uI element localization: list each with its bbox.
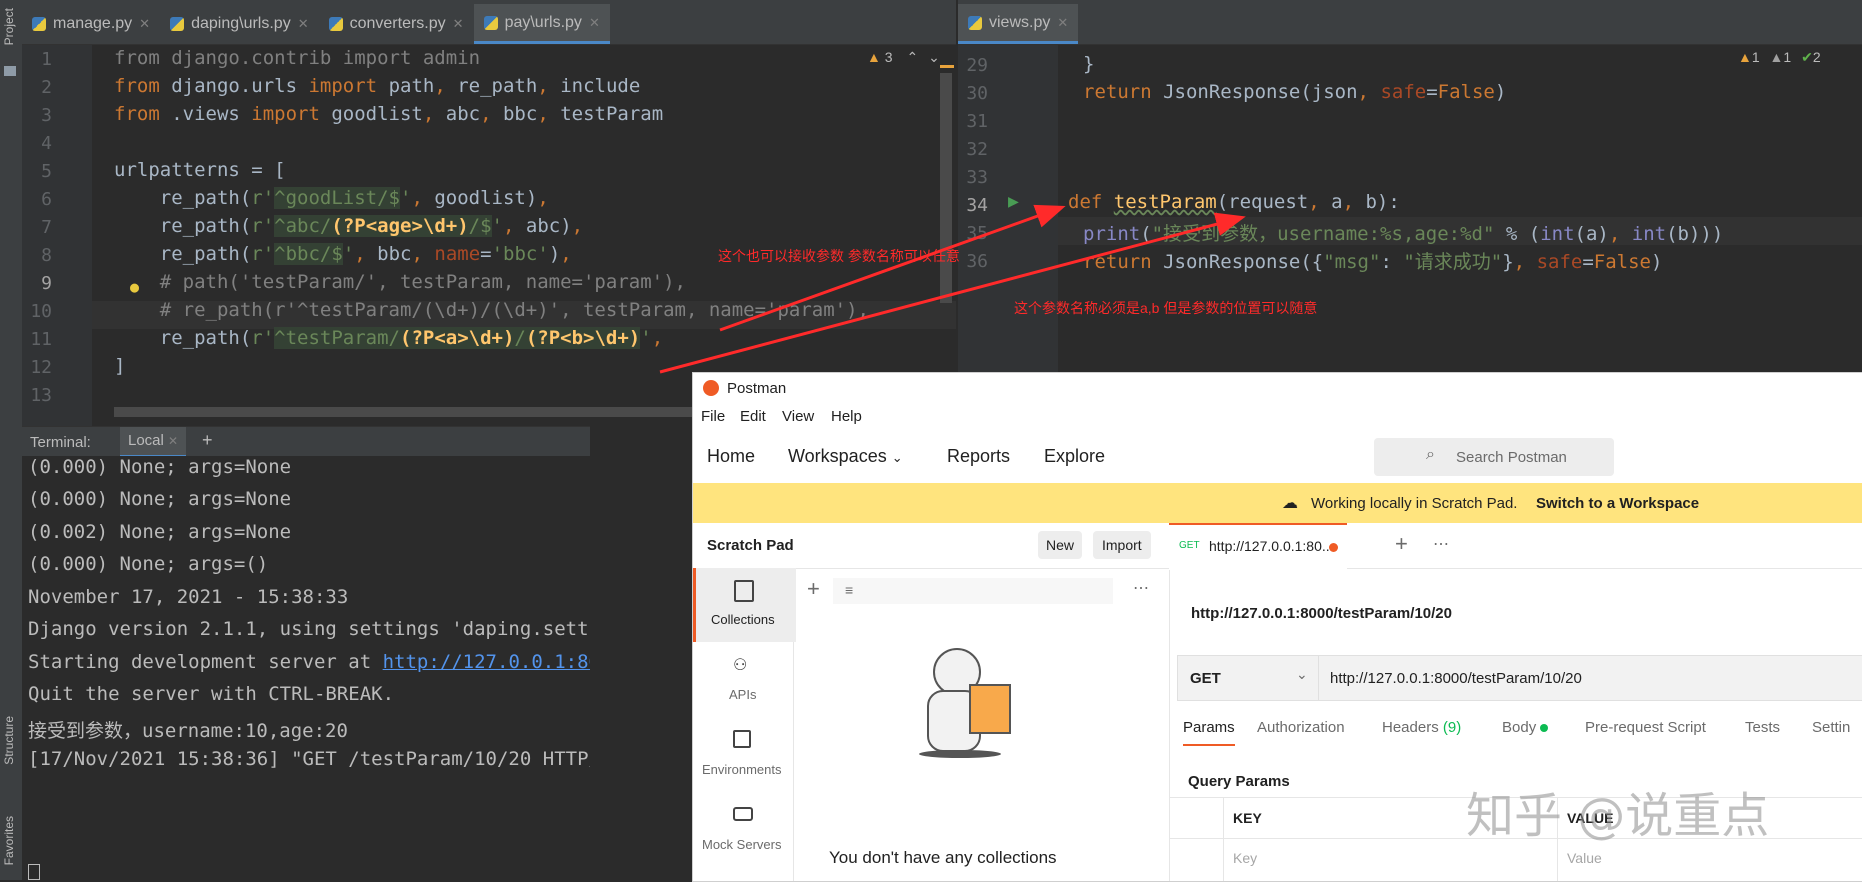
scratch-pad-banner: ☁ Working locally in Scratch Pad. Switch… <box>693 483 1862 523</box>
value-input[interactable]: Value <box>1567 850 1602 866</box>
terminal-output[interactable]: (0.000) None; args=None (0.000) None; ar… <box>22 456 590 880</box>
request-tab-label: http://127.0.0.1:80... <box>1209 538 1334 554</box>
terminal-header: Terminal: Local ✕ + <box>22 426 590 458</box>
scratch-pad-title: Scratch Pad <box>707 537 794 554</box>
mock-server-icon <box>733 807 753 821</box>
postman-logo-icon <box>703 380 719 396</box>
astronaut-illustration <box>913 648 1023 768</box>
terminal-line: (0.000) None; args=() <box>28 553 269 575</box>
method-select[interactable]: GET ⌄ <box>1177 655 1319 701</box>
url-input[interactable]: http://127.0.0.1:8000/testParam/10/20 <box>1318 655 1862 701</box>
key-input[interactable]: Key <box>1233 850 1257 866</box>
menu-view[interactable]: View <box>782 408 814 425</box>
tab-body[interactable]: Body <box>1502 719 1549 736</box>
window-title: Postman <box>727 380 787 397</box>
nav-workspaces[interactable]: Workspaces ⌄ <box>788 446 903 467</box>
body-indicator-dot <box>1540 724 1549 732</box>
terminal-text: Starting development server at <box>28 651 383 673</box>
tab-settings[interactable]: Settin <box>1812 719 1850 736</box>
empty-collections-text: You don't have any collections <box>829 848 1057 867</box>
headers-count: (9) <box>1442 719 1462 736</box>
tab-tests[interactable]: Tests <box>1745 719 1780 736</box>
terminal-line: (0.000) None; args=None <box>28 456 292 478</box>
switch-workspace-link[interactable]: Switch to a Workspace <box>1536 495 1699 512</box>
query-params-heading: Query Params <box>1188 773 1290 790</box>
close-icon[interactable]: ✕ <box>168 434 178 448</box>
filter-icon: ≡ <box>845 582 854 598</box>
banner-text: Working locally in Scratch Pad. <box>1311 495 1518 512</box>
sidebar-label: Collections <box>711 612 775 627</box>
sidebar-item-collections[interactable]: Collections <box>693 568 796 642</box>
menu-file[interactable]: File <box>701 408 725 425</box>
chevron-down-icon: ⌄ <box>891 450 903 465</box>
terminal-line: 接受到参数，username:10,age:20 <box>28 720 348 742</box>
nav-reports[interactable]: Reports <box>947 446 1010 467</box>
sidebar-label: Environments <box>702 762 782 777</box>
postman-titlebar: Postman <box>693 373 1862 403</box>
tab-authorization[interactable]: Authorization <box>1257 719 1345 736</box>
menu-help[interactable]: Help <box>831 408 862 425</box>
request-tab-strip: GET http://127.0.0.1:80... + ⋯ <box>1169 523 1862 570</box>
request-title[interactable]: http://127.0.0.1:8000/testParam/10/20 <box>1191 605 1452 622</box>
tab-params[interactable]: Params <box>1183 719 1235 746</box>
terminal-line: (0.000) None; args=None <box>28 488 292 510</box>
search-input[interactable]: ⌕ Search Postman <box>1374 438 1614 476</box>
terminal-tab-label: Local <box>128 432 164 449</box>
more-tabs-icon[interactable]: ⋯ <box>1433 534 1449 554</box>
nav-explore[interactable]: Explore <box>1044 446 1105 467</box>
sidebar-label: APIs <box>729 687 757 702</box>
request-tab[interactable]: GET http://127.0.0.1:80... <box>1169 523 1347 570</box>
menu-bar: File Edit View Help <box>693 403 1862 431</box>
new-button[interactable]: New <box>1038 531 1083 559</box>
more-options-icon[interactable]: ⋯ <box>1133 578 1149 598</box>
environments-icon <box>733 730 751 748</box>
scratch-pad-header: Scratch Pad New Import <box>693 523 1170 569</box>
terminal-line: Starting development server at http://12… <box>28 651 590 673</box>
tab-headers[interactable]: Headers (9) <box>1382 719 1461 736</box>
request-tab-method: GET <box>1179 540 1200 551</box>
sidebar: Collections ⚇ APIs Environments Mock Ser… <box>693 568 796 881</box>
url-value: http://127.0.0.1:8000/testParam/10/20 <box>1330 670 1582 687</box>
top-nav: Home Workspaces ⌄ Reports Explore ⌕ Sear… <box>693 431 1862 484</box>
method-value: GET <box>1190 670 1221 687</box>
nav-home[interactable]: Home <box>707 446 755 467</box>
search-placeholder: Search Postman <box>1456 449 1567 466</box>
import-button[interactable]: Import <box>1093 531 1151 559</box>
terminal-line: Django version 2.1.1, using settings 'da… <box>28 618 590 640</box>
arrow-to-params <box>659 212 1246 374</box>
nav-workspaces-label: Workspaces <box>788 446 887 466</box>
tab-pre-request-script[interactable]: Pre-request Script <box>1585 719 1706 736</box>
add-collection-button[interactable]: + <box>807 576 820 602</box>
terminal-line: November 17, 2021 - 15:38:33 <box>28 586 349 608</box>
server-link[interactable]: http://127.0.0.1:8000/ <box>383 651 590 673</box>
filter-input[interactable]: ≡ <box>833 578 1113 604</box>
new-tab-button[interactable]: + <box>1395 531 1408 557</box>
search-icon: ⌕ <box>1426 446 1435 463</box>
terminal-tab-local[interactable]: Local ✕ <box>120 427 187 458</box>
add-terminal-button[interactable]: + <box>202 430 213 451</box>
terminal-label: Terminal: <box>30 434 91 451</box>
collections-panel: + ≡ ⋯ You don't have any collections <box>793 568 1170 881</box>
terminal-cursor <box>28 864 40 880</box>
request-options-tabs: Params Authorization Headers (9) Body Pr… <box>1169 709 1862 749</box>
sidebar-item-environments[interactable]: Environments <box>693 718 793 792</box>
unsaved-dot <box>1329 543 1338 552</box>
collections-icon <box>734 580 754 602</box>
key-column-header: KEY <box>1233 810 1262 826</box>
sidebar-item-apis[interactable]: ⚇ APIs <box>693 643 793 717</box>
apis-icon: ⚇ <box>733 657 748 674</box>
tab-headers-label: Headers <box>1382 719 1439 736</box>
terminal-line: Quit the server with CTRL-BREAK. <box>28 683 395 705</box>
terminal-line: (0.002) None; args=None <box>28 521 292 543</box>
chevron-down-icon: ⌄ <box>1296 666 1308 682</box>
tab-body-label: Body <box>1502 719 1537 736</box>
watermark: 知乎 @说重点 <box>1466 788 1770 844</box>
cloud-off-icon: ☁ <box>1282 495 1298 512</box>
terminal-line: [17/Nov/2021 15:38:36] "GET /testParam/1… <box>28 748 590 770</box>
sidebar-label: Mock Servers <box>702 837 782 852</box>
sidebar-item-mock-servers[interactable]: Mock Servers <box>693 793 793 867</box>
menu-edit[interactable]: Edit <box>740 408 766 425</box>
